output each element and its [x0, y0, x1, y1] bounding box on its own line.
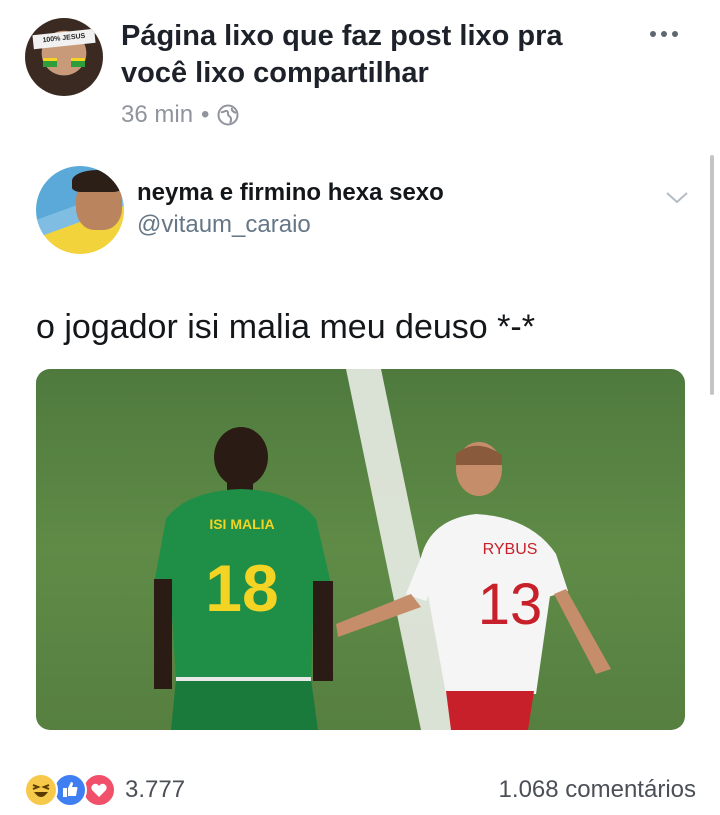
football-photo-illustration: ISI MALIA 18 RYBUS 13 — [154, 369, 611, 730]
left-player: ISI MALIA 18 — [154, 427, 333, 730]
tweet-photo[interactable]: ISI MALIA 18 RYBUS 13 — [36, 369, 685, 730]
scrollbar[interactable] — [710, 155, 714, 395]
tweet-display-name[interactable]: neyma e firmino hexa sexo — [137, 179, 444, 207]
like-icon — [53, 773, 87, 807]
more-horizontal-icon[interactable] — [650, 24, 684, 44]
page-name-link[interactable]: Página lixo que faz post lixo pra você l… — [121, 18, 601, 92]
right-player-name: RYBUS — [483, 541, 538, 558]
tweet-text: o jogador isi malia meu deuso *-* — [36, 308, 535, 346]
post-meta: 36 min • — [121, 101, 239, 129]
tweet-author-avatar[interactable] — [36, 166, 124, 254]
avatar-hair — [72, 170, 122, 192]
comments-count-link[interactable]: 1.068 comentários — [499, 776, 696, 804]
globe-icon[interactable] — [217, 104, 239, 126]
left-player-name: ISI MALIA — [209, 516, 274, 532]
avatar-face-paint — [43, 58, 57, 67]
right-player-number: 13 — [478, 572, 543, 637]
tweet-handle[interactable]: @vitaum_caraio — [137, 211, 311, 239]
reaction-summary[interactable]: 3.777 — [24, 773, 185, 807]
page-avatar[interactable]: 100% JESUS — [25, 18, 103, 96]
left-player-number: 18 — [205, 551, 278, 625]
reaction-count[interactable]: 3.777 — [125, 776, 185, 804]
avatar-face-paint — [71, 58, 85, 67]
meta-separator: • — [201, 101, 210, 128]
love-icon — [82, 773, 116, 807]
chevron-down-icon[interactable] — [664, 188, 690, 206]
haha-icon — [24, 773, 58, 807]
avatar-headband-text: 100% JESUS — [32, 28, 96, 50]
post-timestamp[interactable]: 36 min — [121, 101, 193, 129]
